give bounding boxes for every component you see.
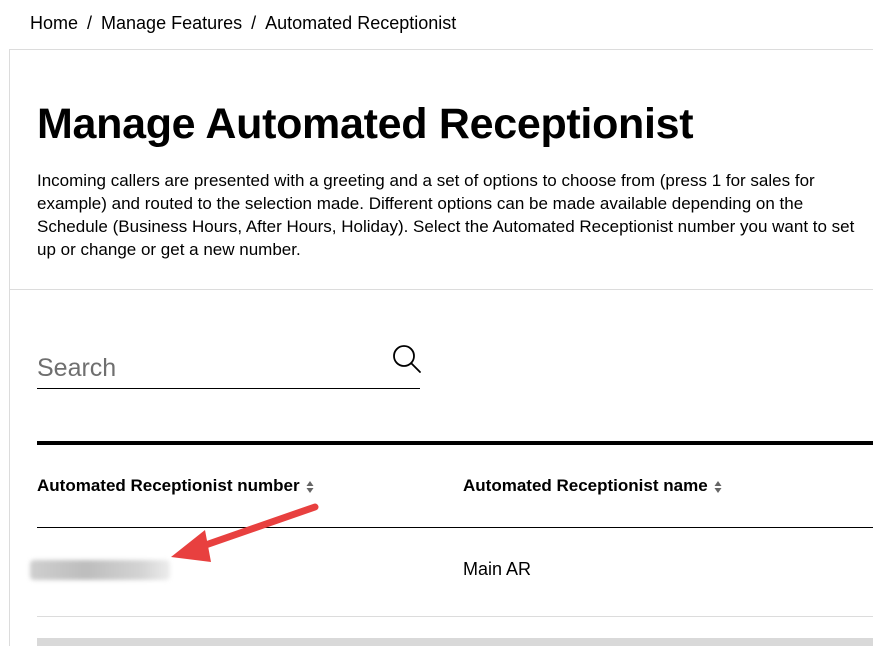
breadcrumb-current-page: Automated Receptionist bbox=[265, 13, 457, 33]
search-input[interactable] bbox=[37, 350, 377, 386]
column-header-number-label: Automated Receptionist number bbox=[37, 476, 300, 495]
annotation-arrow-icon bbox=[171, 503, 319, 562]
breadcrumb: Home / Manage Features / Automated Reception… bbox=[30, 13, 456, 34]
table-row-divider bbox=[37, 616, 873, 617]
column-header-number[interactable]: Automated Receptionist number bbox=[37, 476, 314, 496]
section-divider bbox=[9, 289, 873, 290]
sort-icon[interactable] bbox=[306, 480, 314, 494]
table-top-border bbox=[37, 441, 873, 445]
next-table-row bbox=[37, 638, 873, 646]
search-field bbox=[37, 344, 422, 389]
page-description: Incoming callers are presented with a gr… bbox=[37, 171, 855, 259]
panel-top-border bbox=[9, 49, 873, 50]
breadcrumb-separator: / bbox=[87, 13, 93, 33]
breadcrumb-separator: / bbox=[251, 13, 257, 33]
redacted-number-cell bbox=[30, 560, 170, 580]
breadcrumb-home-link[interactable]: Home bbox=[30, 13, 78, 33]
page-title: Manage Automated Receptionist bbox=[37, 100, 694, 148]
panel-left-border bbox=[9, 49, 10, 646]
column-header-name-label: Automated Receptionist name bbox=[463, 476, 708, 495]
sort-icon[interactable] bbox=[714, 480, 722, 494]
breadcrumb-manage-features-link[interactable]: Manage Features bbox=[101, 13, 242, 33]
search-icon[interactable] bbox=[392, 344, 422, 374]
column-header-name[interactable]: Automated Receptionist name bbox=[463, 476, 722, 496]
receptionist-name-cell: Main AR bbox=[463, 559, 532, 579]
